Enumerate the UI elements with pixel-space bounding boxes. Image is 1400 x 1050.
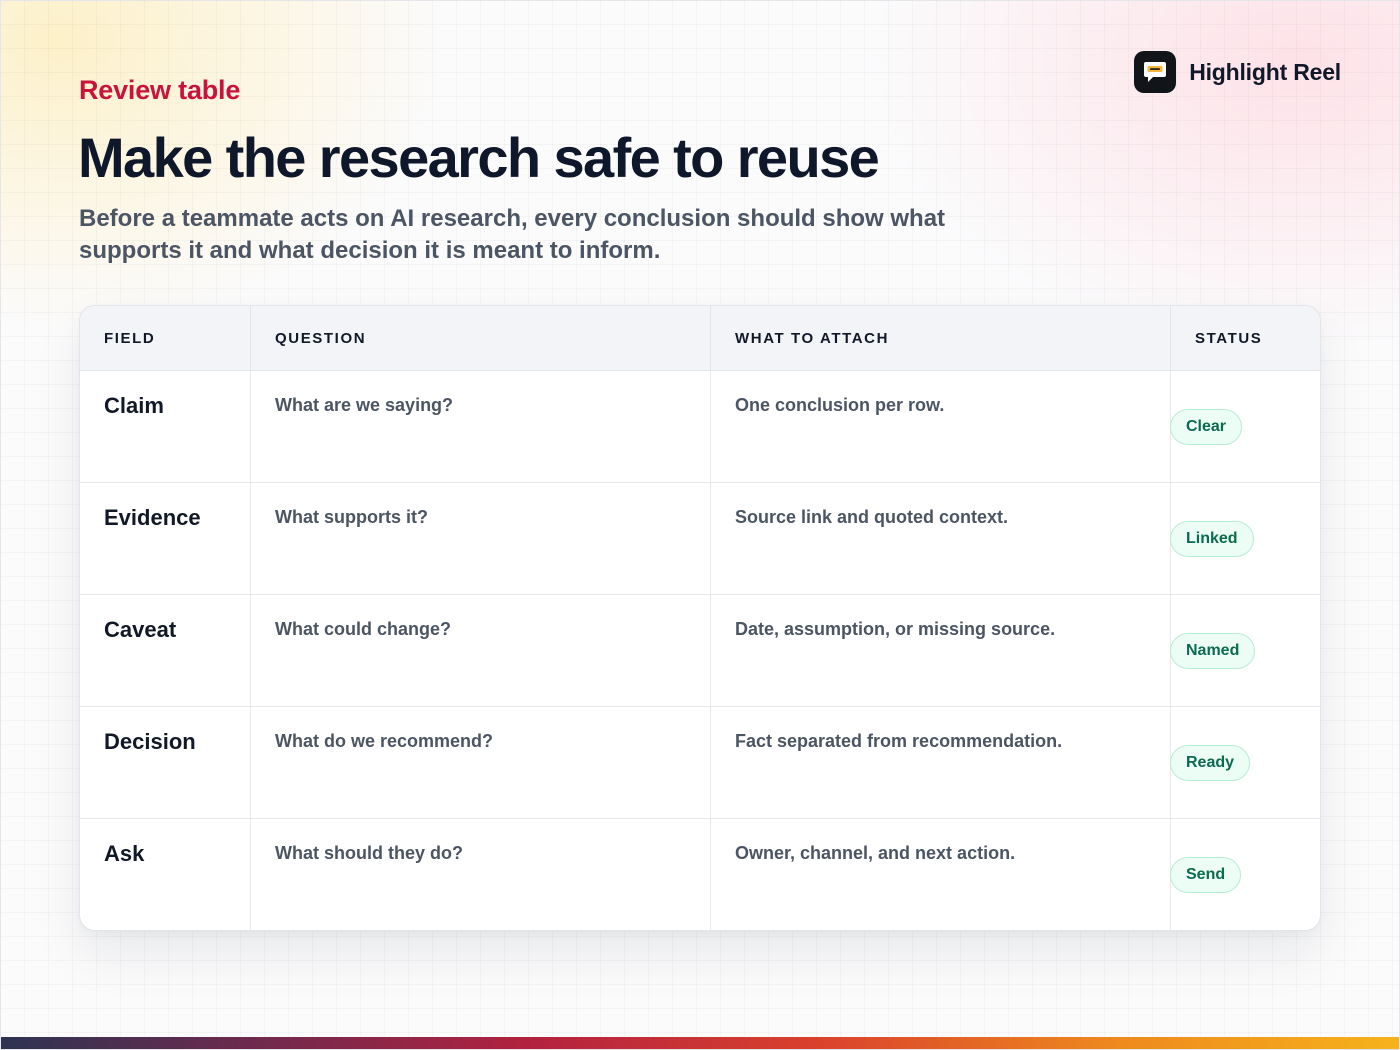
status-cell: Ready xyxy=(1170,707,1320,818)
header-field: FIELD xyxy=(80,306,251,370)
attach-text: One conclusion per row. xyxy=(735,395,945,415)
bottom-accent-bar xyxy=(0,1037,1400,1050)
question-cell: What are we saying? xyxy=(251,371,711,482)
status-badge: Named xyxy=(1170,633,1256,669)
status-cell: Linked xyxy=(1170,483,1320,594)
attach-cell: Date, assumption, or missing source. xyxy=(711,595,1171,706)
attach-text: Owner, channel, and next action. xyxy=(735,843,1016,863)
question-cell: What should they do? xyxy=(251,819,711,930)
field-name: Decision xyxy=(104,729,196,754)
header-what-to-attach: WHAT TO ATTACH xyxy=(711,306,1171,370)
question-text: What are we saying? xyxy=(275,395,454,415)
field-name: Claim xyxy=(104,393,164,418)
review-table: FIELD QUESTION WHAT TO ATTACH STATUS Cla… xyxy=(79,305,1321,931)
attach-text: Date, assumption, or missing source. xyxy=(735,619,1056,639)
attach-cell: One conclusion per row. xyxy=(711,371,1171,482)
attach-cell: Source link and quoted context. xyxy=(711,483,1171,594)
status-badge: Clear xyxy=(1170,409,1243,445)
field-cell: Decision xyxy=(80,707,251,818)
field-name: Evidence xyxy=(104,505,201,530)
brand-name: Highlight Reel xyxy=(1189,58,1341,85)
status-badge: Linked xyxy=(1170,521,1254,557)
status-cell: Send xyxy=(1170,819,1320,930)
page-title: Make the research safe to reuse xyxy=(78,126,880,189)
question-cell: What could change? xyxy=(251,595,711,706)
speech-bubble-icon xyxy=(1134,51,1177,93)
question-text: What could change? xyxy=(275,619,452,639)
table-row: Caveat What could change? Date, assumpti… xyxy=(80,595,1320,707)
status-badge: Send xyxy=(1170,857,1242,893)
table-row: Ask What should they do? Owner, channel,… xyxy=(80,819,1320,930)
table-row: Claim What are we saying? One conclusion… xyxy=(80,371,1320,483)
status-badge: Ready xyxy=(1170,745,1251,781)
table-row: Evidence What supports it? Source link a… xyxy=(80,483,1320,595)
table-header: FIELD QUESTION WHAT TO ATTACH STATUS xyxy=(80,306,1320,371)
field-name: Ask xyxy=(104,841,145,866)
question-cell: What supports it? xyxy=(251,483,711,594)
status-cell: Named xyxy=(1170,595,1320,706)
field-cell: Evidence xyxy=(80,483,251,594)
field-cell: Ask xyxy=(80,819,251,930)
table-row: Decision What do we recommend? Fact sepa… xyxy=(80,707,1320,819)
eyebrow-label: Review table xyxy=(79,75,241,105)
attach-cell: Fact separated from recommendation. xyxy=(711,707,1171,818)
field-cell: Caveat xyxy=(80,595,251,706)
question-text: What supports it? xyxy=(275,507,428,527)
header-question: QUESTION xyxy=(251,306,711,370)
question-text: What should they do? xyxy=(275,843,463,863)
field-cell: Claim xyxy=(80,371,251,482)
attach-text: Source link and quoted context. xyxy=(735,507,1009,527)
status-cell: Clear xyxy=(1170,371,1320,482)
page-subtitle: Before a teammate acts on AI research, e… xyxy=(79,205,946,264)
attach-cell: Owner, channel, and next action. xyxy=(711,819,1171,930)
brand: Highlight Reel xyxy=(1134,51,1341,93)
attach-text: Fact separated from recommendation. xyxy=(735,731,1063,751)
question-text: What do we recommend? xyxy=(275,731,494,751)
question-cell: What do we recommend? xyxy=(251,707,711,818)
field-name: Caveat xyxy=(104,617,177,642)
header-status: STATUS xyxy=(1195,329,1263,347)
